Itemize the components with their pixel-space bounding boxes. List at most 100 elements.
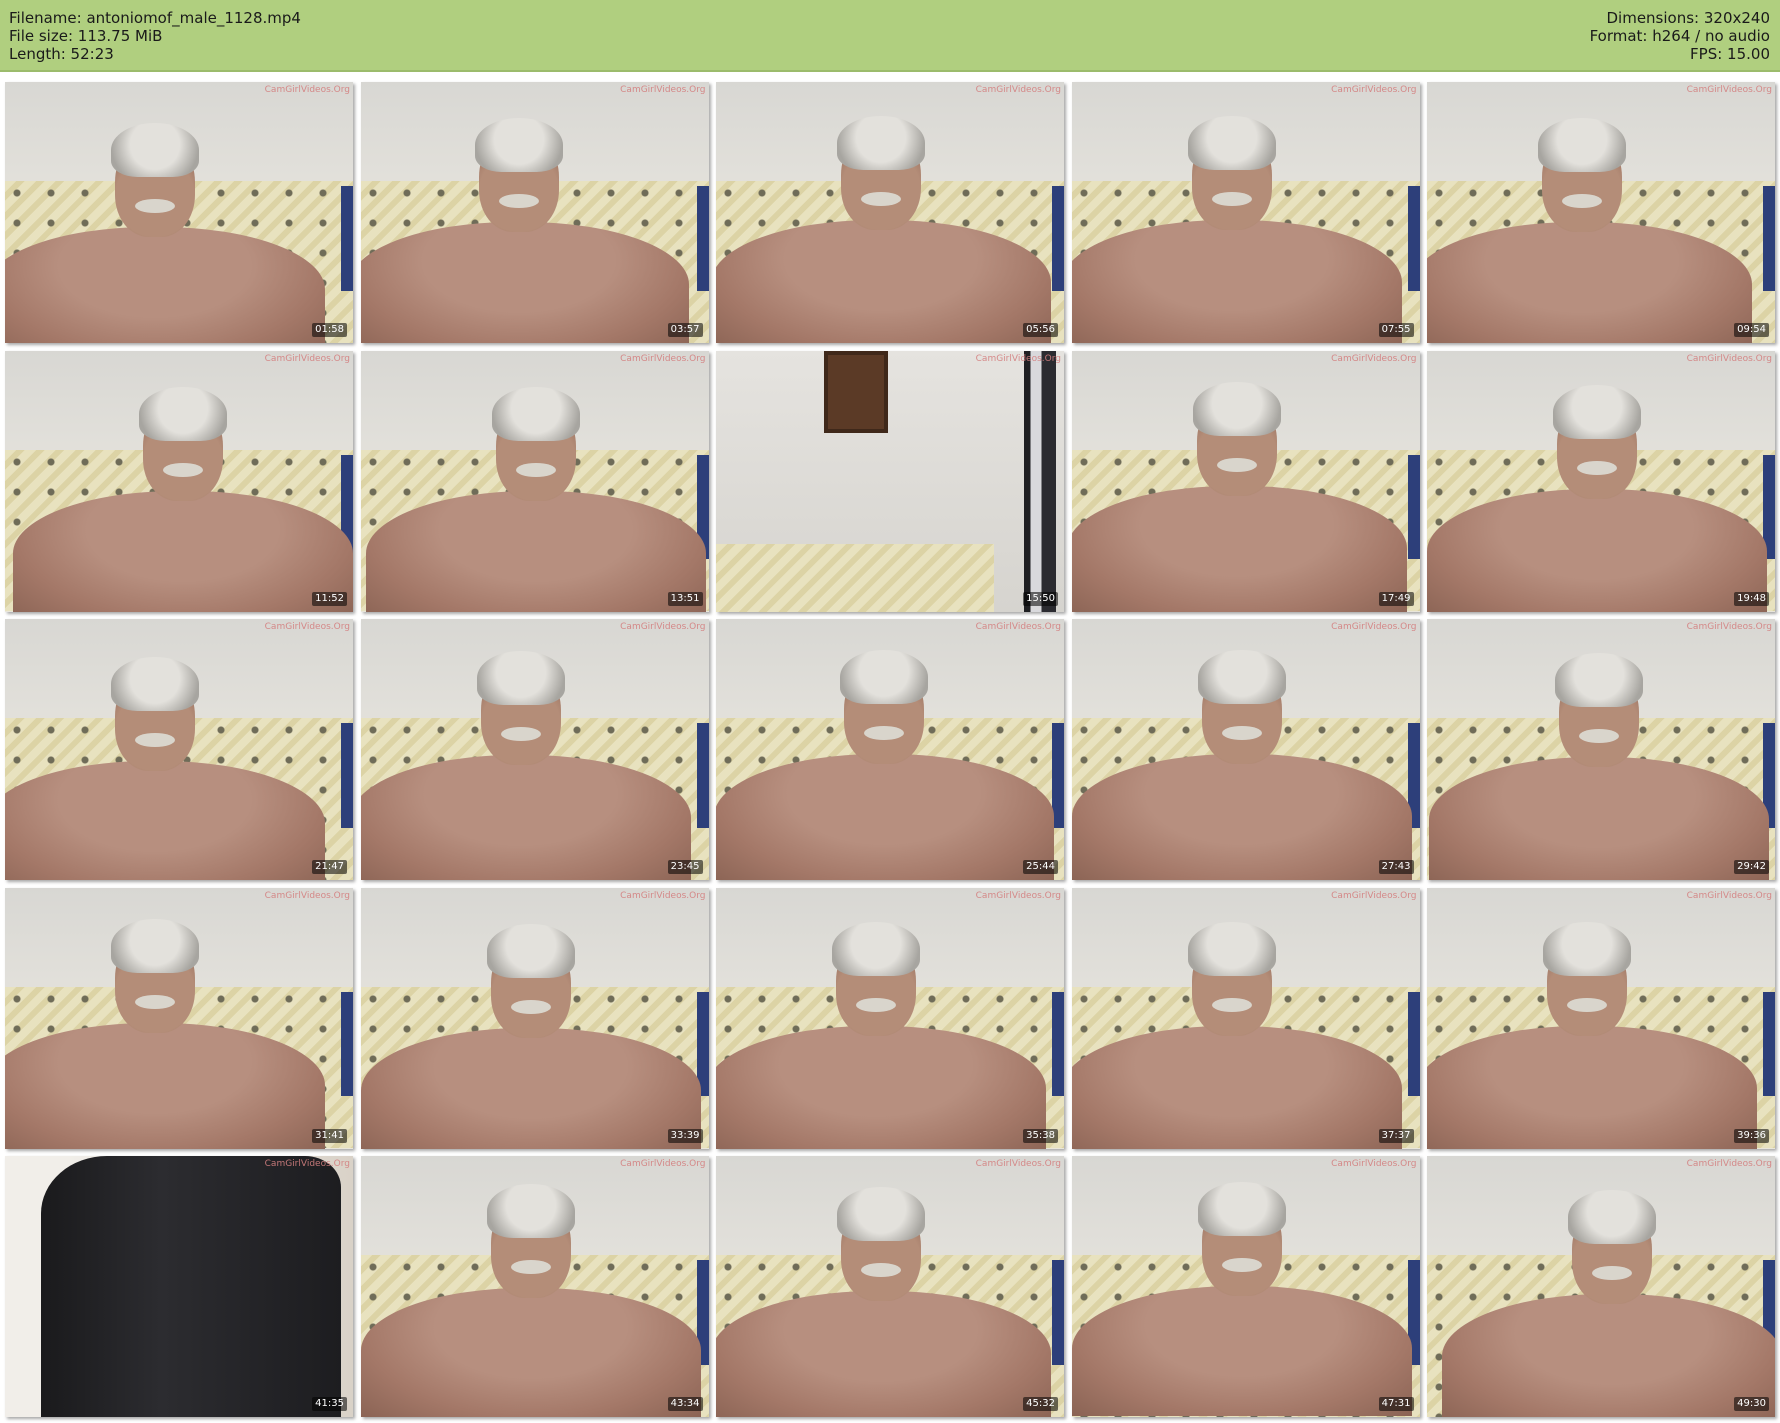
video-thumbnail: CamGirlVideos.Org 33:39 (360, 887, 709, 1149)
watermark-logo: CamGirlVideos.Org (264, 85, 350, 95)
blue-chair (1407, 454, 1420, 560)
dark-pants (41, 1156, 341, 1417)
thumbnail-timestamp: 49:30 (1734, 1397, 1769, 1411)
video-thumbnail: CamGirlVideos.Org 05:56 (716, 82, 1064, 343)
thumbnail-grid: CamGirlVideos.Org 01:58 CamGirlVideos.Org 0… (5, 82, 1775, 1418)
watermark-logo: CamGirlVideos.Org (1686, 353, 1772, 364)
thumbnail-timestamp: 35:38 (1023, 1128, 1058, 1143)
watermark-logo: CamGirlVideos.Org (264, 890, 350, 901)
watermark-logo: CamGirlVideos.Org (620, 890, 706, 901)
watermark-logo: CamGirlVideos.Org (1331, 622, 1417, 632)
watermark-logo: CamGirlVideos.Org (1686, 1159, 1772, 1169)
video-thumbnail: CamGirlVideos.Org 43:34 (360, 1156, 709, 1417)
dimensions-label: Dimensions: 320x240 (1606, 9, 1770, 27)
blue-chair (1052, 991, 1064, 1097)
thumbnail-timestamp: 31:41 (312, 1128, 347, 1143)
blue-chair (1407, 991, 1420, 1097)
watermark-logo: CamGirlVideos.Org (1686, 890, 1772, 901)
video-thumbnail: CamGirlVideos.Org 19:48 (1427, 350, 1775, 612)
video-thumbnail: CamGirlVideos.Org 11:52 (5, 350, 353, 612)
watermark-logo: CamGirlVideos.Org (620, 1159, 706, 1169)
door-frame (1024, 350, 1056, 612)
video-thumbnail: CamGirlVideos.Org 47:31 (1071, 1156, 1420, 1417)
video-thumbnail: CamGirlVideos.Org 17:49 (1071, 350, 1420, 612)
blue-chair (341, 186, 353, 291)
thumbnail-timestamp: 29:42 (1734, 860, 1769, 874)
length-label: Length: 52:23 (9, 45, 114, 63)
blue-chair (341, 991, 353, 1097)
thumbnail-timestamp: 23:45 (667, 860, 703, 874)
blue-chair (1052, 723, 1064, 828)
video-thumbnail: CamGirlVideos.Org 37:37 (1071, 887, 1420, 1149)
thumbnail-timestamp: 17:49 (1378, 591, 1414, 606)
thumbnail-timestamp: 07:55 (1378, 323, 1414, 337)
watermark-logo: CamGirlVideos.Org (1331, 85, 1417, 95)
video-thumbnail: CamGirlVideos.Org 31:41 (5, 887, 353, 1149)
watermark-logo: CamGirlVideos.Org (264, 1159, 350, 1169)
video-thumbnail: CamGirlVideos.Org 39:36 (1427, 887, 1775, 1149)
thumbnail-timestamp: 01:58 (312, 323, 347, 337)
watermark-logo: CamGirlVideos.Org (1686, 622, 1772, 632)
watermark-logo: CamGirlVideos.Org (264, 622, 350, 632)
thumbnail-timestamp: 37:37 (1378, 1128, 1414, 1143)
blue-chair (1763, 186, 1775, 291)
info-header: Filename: antoniomof_male_1128.mp4 File … (0, 0, 1780, 72)
watermark-logo: CamGirlVideos.Org (620, 85, 706, 95)
video-thumbnail: CamGirlVideos.Org 21:47 (5, 619, 353, 880)
format-label: Format: h264 / no audio (1589, 27, 1770, 45)
video-thumbnail: CamGirlVideos.Org 23:45 (360, 619, 709, 880)
watermark-logo: CamGirlVideos.Org (975, 1159, 1061, 1169)
thumbnail-timestamp: 47:31 (1378, 1397, 1414, 1411)
watermark-logo: CamGirlVideos.Org (1331, 353, 1417, 364)
thumbnail-timestamp: 33:39 (667, 1128, 703, 1143)
video-thumbnail: CamGirlVideos.Org 07:55 (1071, 82, 1420, 343)
blue-chair (341, 723, 353, 828)
thumbnail-timestamp: 11:52 (312, 591, 347, 606)
thumbnail-timestamp: 03:57 (667, 323, 703, 337)
watermark-logo: CamGirlVideos.Org (1331, 1159, 1417, 1169)
watermark-logo: CamGirlVideos.Org (1686, 85, 1772, 95)
watermark-logo: CamGirlVideos.Org (975, 353, 1061, 364)
blue-chair (696, 186, 709, 291)
watermark-logo: CamGirlVideos.Org (620, 353, 706, 364)
file-info-left: Filename: antoniomof_male_1128.mp4 File … (9, 9, 301, 63)
blue-chair (1052, 186, 1064, 291)
thumbnail-timestamp: 41:35 (312, 1397, 347, 1411)
blue-chair (1052, 1260, 1064, 1365)
watermark-logo: CamGirlVideos.Org (975, 622, 1061, 632)
thumbnail-timestamp: 21:47 (312, 860, 347, 874)
wooden-frame (824, 350, 888, 433)
blue-chair (696, 723, 709, 828)
thumbnail-timestamp: 25:44 (1023, 860, 1058, 874)
video-thumbnail: CamGirlVideos.Org 13:51 (360, 350, 709, 612)
filename-label: Filename: antoniomof_male_1128.mp4 (9, 9, 301, 27)
video-thumbnail: CamGirlVideos.Org 35:38 (716, 887, 1064, 1149)
fps-label: FPS: 15.00 (1690, 45, 1770, 63)
blue-chair (1407, 186, 1420, 291)
thumbnail-timestamp: 27:43 (1378, 860, 1414, 874)
thumbnail-timestamp: 13:51 (667, 591, 703, 606)
watermark-logo: CamGirlVideos.Org (975, 890, 1061, 901)
blue-chair (1763, 991, 1775, 1097)
file-info-right: Dimensions: 320x240 Format: h264 / no au… (1590, 9, 1770, 63)
video-thumbnail: CamGirlVideos.Org 29:42 (1427, 619, 1775, 880)
watermark-logo: CamGirlVideos.Org (1331, 890, 1417, 901)
thumbnail-timestamp: 05:56 (1023, 323, 1058, 337)
video-thumbnail: CamGirlVideos.Org 01:58 (5, 82, 353, 343)
watermark-logo: CamGirlVideos.Org (620, 622, 706, 632)
video-thumbnail: CamGirlVideos.Org 45:32 (716, 1156, 1064, 1417)
video-thumbnail: CamGirlVideos.Org 15:50 (716, 350, 1064, 612)
video-thumbnail: CamGirlVideos.Org 03:57 (360, 82, 709, 343)
video-thumbnail: CamGirlVideos.Org 25:44 (716, 619, 1064, 880)
thumbnail-timestamp: 09:54 (1734, 323, 1769, 337)
thumbnail-timestamp: 19:48 (1734, 591, 1769, 606)
thumbnail-timestamp: 45:32 (1023, 1397, 1058, 1411)
thumbnail-timestamp: 15:50 (1023, 591, 1058, 606)
filesize-label: File size: 113.75 MiB (9, 27, 163, 45)
thumbnail-timestamp: 39:36 (1734, 1128, 1769, 1143)
video-thumbnail: CamGirlVideos.Org 27:43 (1071, 619, 1420, 880)
patterned-sofa (716, 543, 995, 612)
watermark-logo: CamGirlVideos.Org (264, 353, 350, 364)
thumbnail-timestamp: 43:34 (667, 1397, 703, 1411)
video-thumbnail: CamGirlVideos.Org 49:30 (1427, 1156, 1775, 1417)
